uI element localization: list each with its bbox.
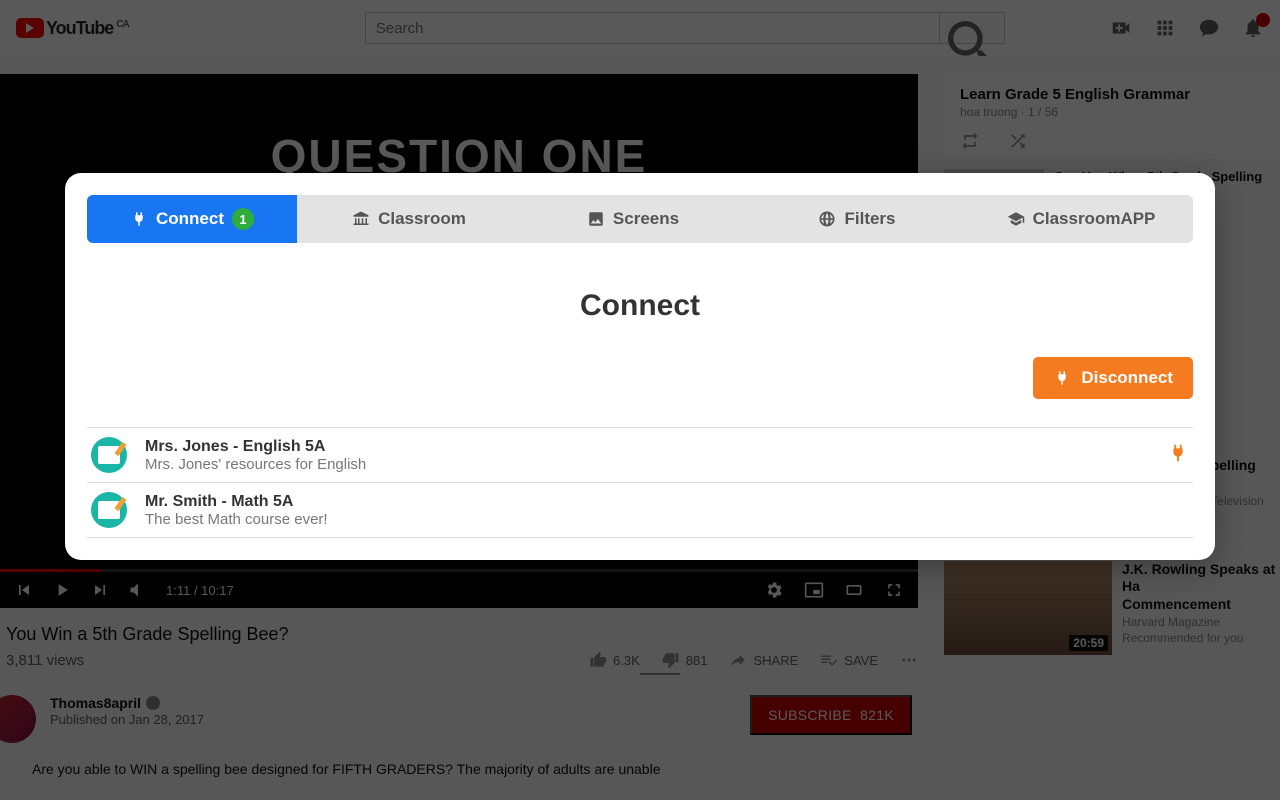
class-title: Mr. Smith - Math 5A (145, 493, 328, 511)
connected-plug-icon[interactable] (1167, 441, 1189, 470)
image-icon (587, 210, 605, 228)
disconnect-label: Disconnect (1081, 368, 1173, 388)
tab-label: Filters (844, 209, 895, 229)
tab-label: Classroom (378, 209, 466, 229)
connect-modal: Connect 1 Classroom Screens Filters Clas… (65, 173, 1215, 560)
class-list: Mrs. Jones - English 5A Mrs. Jones' reso… (87, 427, 1193, 538)
tab-label: ClassroomAPP (1033, 209, 1156, 229)
bank-icon (352, 210, 370, 228)
tab-classroom-app[interactable]: ClassroomAPP (969, 195, 1193, 243)
tab-filters[interactable]: Filters (745, 195, 969, 243)
disconnect-button[interactable]: Disconnect (1033, 357, 1193, 399)
class-icon (91, 492, 127, 528)
modal-tabs: Connect 1 Classroom Screens Filters Clas… (87, 195, 1193, 243)
class-title: Mrs. Jones - English 5A (145, 438, 366, 456)
connect-count-badge: 1 (232, 208, 254, 230)
class-row[interactable]: Mrs. Jones - English 5A Mrs. Jones' reso… (87, 428, 1193, 483)
tab-screens[interactable]: Screens (521, 195, 745, 243)
class-row[interactable]: Mr. Smith - Math 5A The best Math course… (87, 483, 1193, 538)
plug-icon (1053, 369, 1071, 387)
modal-heading: Connect (87, 289, 1193, 323)
tab-label: Connect (156, 209, 224, 229)
class-desc: The best Math course ever! (145, 511, 328, 528)
class-desc: Mrs. Jones' resources for English (145, 456, 366, 473)
globe-icon (818, 210, 836, 228)
plug-icon (130, 210, 148, 228)
class-icon (91, 437, 127, 473)
tab-label: Screens (613, 209, 679, 229)
tab-connect[interactable]: Connect 1 (87, 195, 297, 243)
tab-classroom[interactable]: Classroom (297, 195, 521, 243)
gradcap-icon (1007, 210, 1025, 228)
